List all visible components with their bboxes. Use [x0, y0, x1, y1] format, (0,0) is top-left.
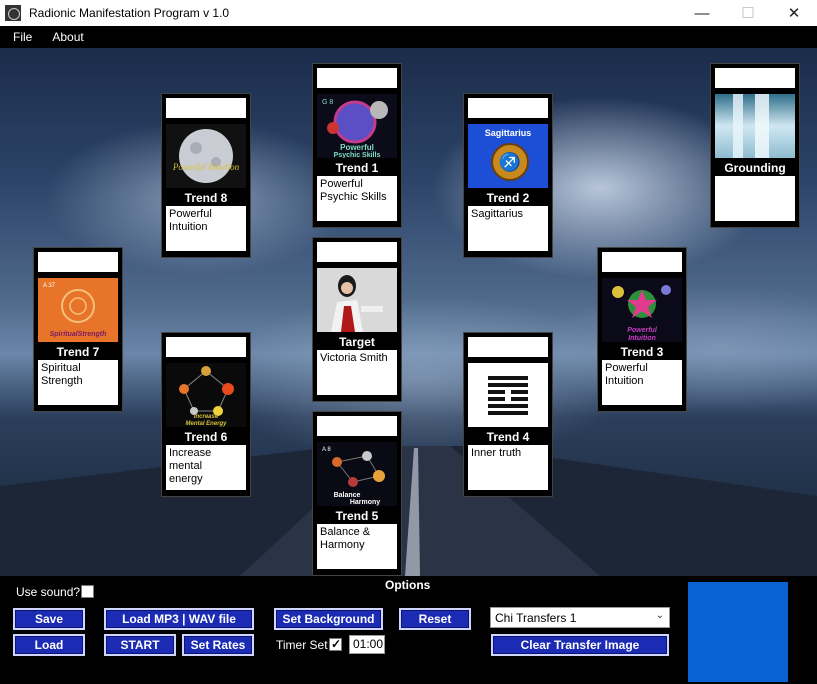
chi-transfers-value: Chi Transfers 1: [495, 610, 577, 625]
trend-6-image-caption: Increase: [194, 414, 219, 420]
trend-3-image-caption: Powerful: [627, 327, 658, 334]
trend-6-text[interactable]: Increase mental energy: [166, 445, 246, 490]
trend-2-text[interactable]: Sagittarius: [468, 206, 548, 251]
grounding-card: Grounding: [710, 63, 800, 228]
set-background-button[interactable]: Set Background: [274, 608, 383, 630]
menu-about[interactable]: About: [45, 30, 90, 44]
trend-5-card: A 8 Balance Harmony Trend 5 Balance & Ha…: [312, 411, 402, 576]
trend-1-image-caption: Powerful: [340, 143, 374, 152]
svg-text:Harmony: Harmony: [350, 499, 380, 506]
title-bar: Radionic Manifestation Program v 1.0 — ☐…: [0, 0, 817, 26]
trend-4-title: Trend 4: [486, 430, 530, 444]
trend-8-image-caption-line1: Powerful Intuition: [172, 162, 240, 172]
trend-5-title: Trend 5: [335, 509, 379, 523]
target-rate-field[interactable]: [317, 242, 397, 262]
reset-button[interactable]: Reset: [399, 608, 471, 630]
target-title: Target: [339, 335, 375, 349]
trend-7-card: A 37 SpiritualStrength Trend 7 Spiritual…: [33, 247, 123, 412]
trend-8-title: Trend 8: [184, 191, 228, 205]
target-image[interactable]: [317, 268, 397, 332]
trend-8-image[interactable]: Powerful Intuition: [166, 124, 246, 188]
trend-1-rate-field[interactable]: [317, 68, 397, 88]
trend-5-image-caption: Balance: [334, 492, 361, 499]
trend-5-image[interactable]: A 8 Balance Harmony: [317, 442, 397, 506]
window-controls: — ☐ ✕: [679, 0, 817, 26]
trend-2-rate-field[interactable]: [468, 98, 548, 118]
trend-3-image[interactable]: Powerful Intuition: [602, 278, 682, 342]
trend-7-text[interactable]: Spiritual Strength: [38, 360, 118, 405]
trend-3-card: Powerful Intuition Trend 3 Powerful Intu…: [597, 247, 687, 412]
trend-5-image-tag: A 8: [322, 447, 331, 453]
target-card: Target Victoria Smith: [312, 237, 402, 402]
window-title: Radionic Manifestation Program v 1.0: [29, 6, 230, 20]
trend-6-card: Increase Mental Energy Trend 6 Increase …: [161, 332, 251, 497]
chevron-down-icon: ⌄: [655, 610, 664, 621]
trend-4-card: Trend 4 Inner truth: [463, 332, 553, 497]
svg-text:Mental Energy: Mental Energy: [185, 421, 227, 427]
svg-text:♐: ♐: [499, 151, 521, 172]
trend-1-card: G 8 Powerful Psychic Skills Trend 1 Powe…: [312, 63, 402, 228]
trend-1-title: Trend 1: [335, 161, 379, 175]
trend-7-title: Trend 7: [56, 345, 100, 359]
use-sound-label: Use sound?: [16, 585, 81, 599]
trend-8-text[interactable]: Powerful Intuition: [166, 206, 246, 251]
load-button[interactable]: Load: [13, 634, 85, 656]
trend-4-rate-field[interactable]: [468, 337, 548, 357]
close-button[interactable]: ✕: [771, 0, 817, 26]
timer-value-field[interactable]: 01:00: [349, 635, 385, 654]
chi-transfers-select[interactable]: Chi Transfers 1 ⌄: [490, 607, 670, 628]
trend-6-rate-field[interactable]: [166, 337, 246, 357]
trend-1-text[interactable]: Powerful Psychic Skills: [317, 176, 397, 221]
trend-5-text[interactable]: Balance & Harmony: [317, 524, 397, 569]
trend-7-image[interactable]: A 37 SpiritualStrength: [38, 278, 118, 342]
trend-8-rate-field[interactable]: [166, 98, 246, 118]
svg-text:Psychic Skills: Psychic Skills: [334, 152, 381, 158]
grounding-rate-field[interactable]: [715, 68, 795, 88]
trend-8-card: Powerful Intuition Trend 8 Powerful Intu…: [161, 93, 251, 258]
trend-4-text[interactable]: Inner truth: [468, 445, 548, 490]
clear-transfer-image-button[interactable]: Clear Transfer Image: [491, 634, 669, 656]
timer-set-label: Timer Set: [276, 638, 328, 652]
trend-2-image[interactable]: Sagittarius ♐: [468, 124, 548, 188]
set-rates-button[interactable]: Set Rates: [182, 634, 254, 656]
timer-set-checkbox[interactable]: [329, 637, 342, 651]
grounding-text[interactable]: [715, 176, 795, 221]
trend-7-image-caption: SpiritualStrength: [50, 331, 107, 338]
minimize-button[interactable]: —: [679, 0, 725, 26]
save-button[interactable]: Save: [13, 608, 85, 630]
trend-3-text[interactable]: Powerful Intuition: [602, 360, 682, 405]
trend-6-image[interactable]: Increase Mental Energy: [166, 363, 246, 427]
start-button[interactable]: START: [104, 634, 176, 656]
options-title: Options: [385, 578, 431, 592]
app-icon: [5, 5, 21, 21]
trend-1-image[interactable]: G 8 Powerful Psychic Skills: [317, 94, 397, 158]
trend-7-image-tag: A 37: [43, 283, 56, 289]
trend-1-image-tag: G 8: [322, 99, 333, 106]
transfer-image[interactable]: [688, 582, 788, 682]
trend-2-card: Sagittarius ♐ Trend 2 Sagittarius: [463, 93, 553, 258]
road-graphic: [0, 446, 817, 576]
trend-2-title: Trend 2: [486, 191, 530, 205]
trend-3-title: Trend 3: [620, 345, 664, 359]
svg-text:Intuition: Intuition: [628, 335, 656, 342]
target-text[interactable]: Victoria Smith: [317, 350, 397, 395]
trend-6-title: Trend 6: [184, 430, 228, 444]
hexagram-icon: [468, 363, 548, 427]
maximize-button[interactable]: ☐: [725, 0, 771, 26]
menu-file[interactable]: File: [6, 30, 39, 44]
menu-bar: File About: [0, 26, 817, 48]
use-sound-checkbox[interactable]: [81, 585, 94, 598]
trend-5-rate-field[interactable]: [317, 416, 397, 436]
trend-7-rate-field[interactable]: [38, 252, 118, 272]
trend-2-image-caption: Sagittarius: [485, 128, 532, 138]
load-media-button[interactable]: Load MP3 | WAV file: [104, 608, 254, 630]
grounding-title: Grounding: [724, 161, 786, 175]
trend-3-rate-field[interactable]: [602, 252, 682, 272]
trend-4-image[interactable]: [468, 363, 548, 427]
grounding-image[interactable]: [715, 94, 795, 158]
